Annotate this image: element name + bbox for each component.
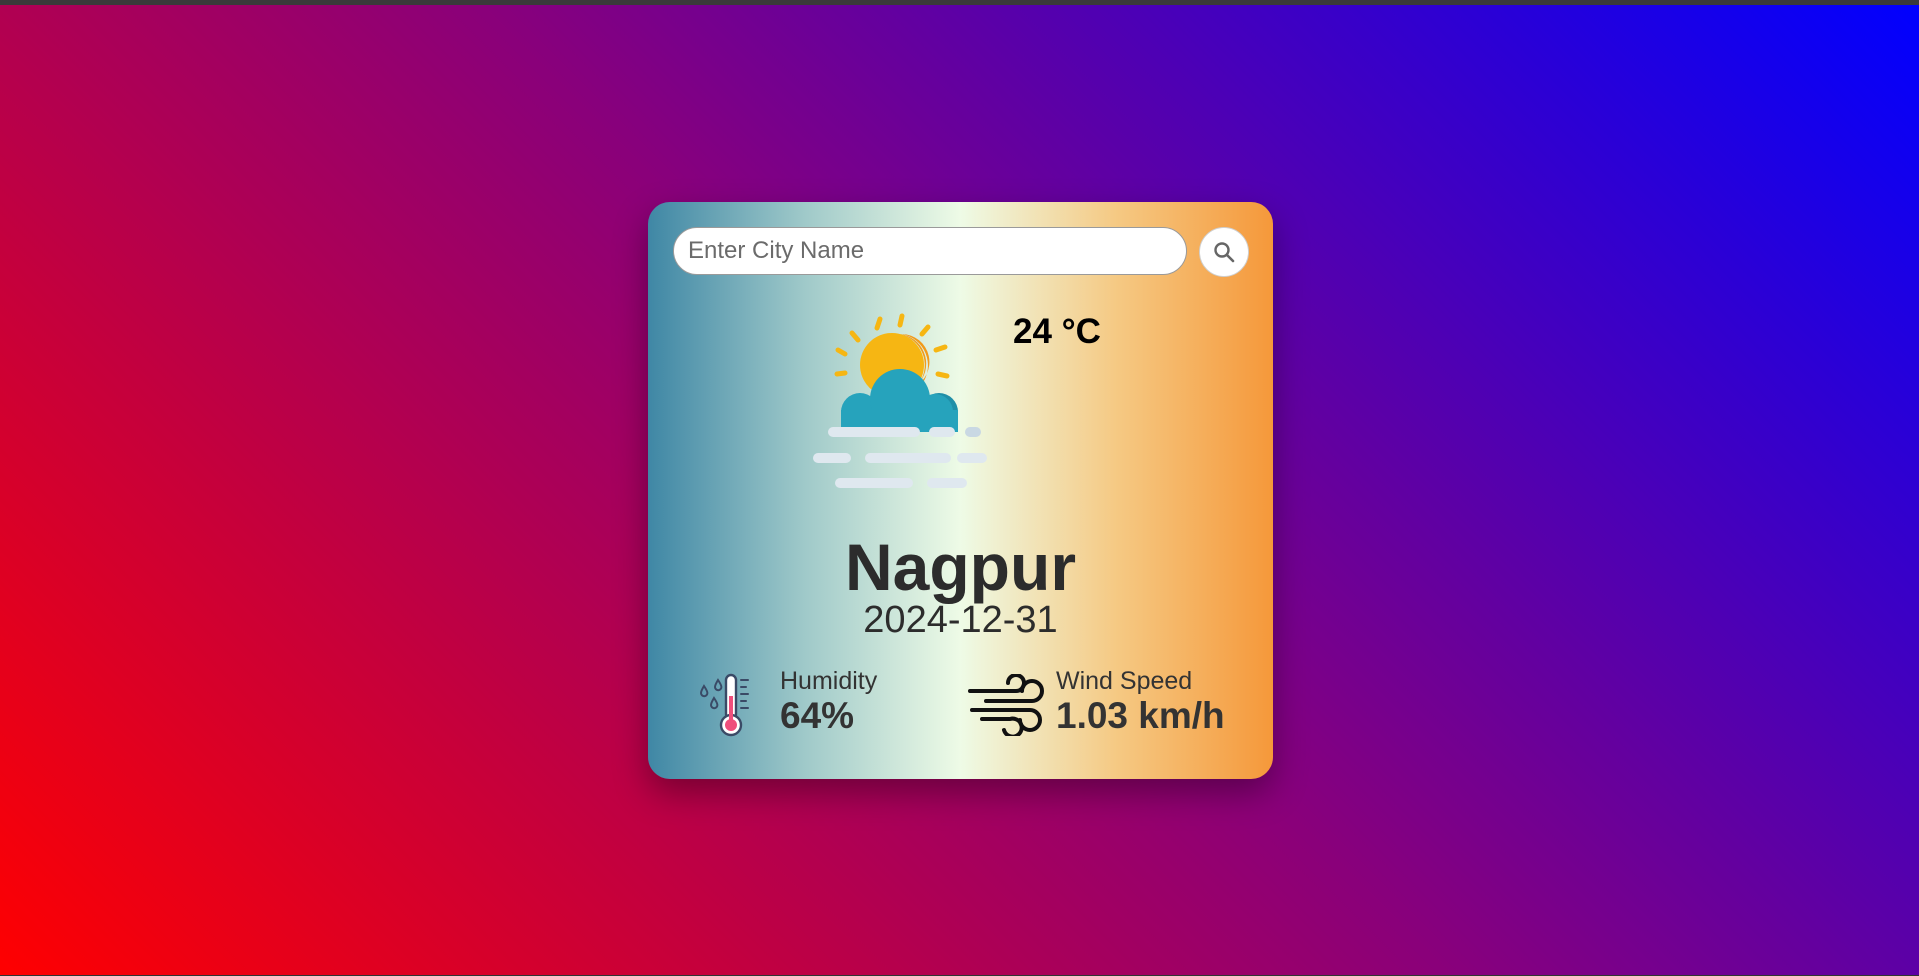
weather-card: 24 °C Nagpur 2024-12-31 Humidity 64% Win…	[648, 202, 1273, 779]
window-top-bar	[0, 0, 1919, 5]
city-name: Nagpur	[845, 530, 1076, 604]
wind-speed-value: 1.03 km/h	[1056, 695, 1225, 736]
wind-speed-label: Wind Speed	[1056, 667, 1193, 695]
wind-icon	[968, 674, 1044, 736]
sun-cloud-fog-icon	[813, 313, 987, 488]
date: 2024-12-31	[863, 599, 1058, 641]
search-icon	[1214, 242, 1235, 263]
city-search-input[interactable]	[673, 227, 1187, 275]
humidity-label: Humidity	[780, 667, 878, 695]
thermometer-humidity-icon	[699, 673, 749, 737]
search-button[interactable]	[1199, 227, 1249, 277]
humidity-value: 64%	[780, 695, 855, 736]
temperature: 24 °C	[1013, 312, 1101, 351]
